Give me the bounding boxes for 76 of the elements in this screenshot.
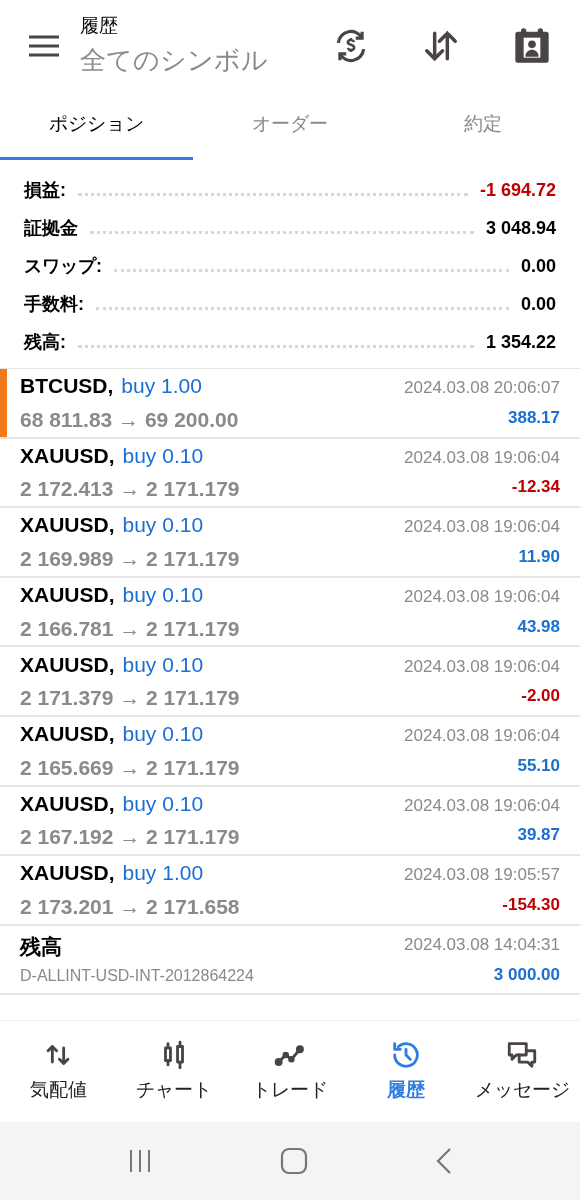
deal-row[interactable]: XAUUSD, buy 0.10 2 166.781 → 2 171.179 2024.03.08 19:06:04 43.98 bbox=[0, 577, 580, 648]
summary-label: 損益: bbox=[24, 179, 66, 202]
deal-symbol: XAUUSD, bbox=[20, 651, 115, 678]
summary-value: 1 354.22 bbox=[485, 331, 556, 354]
deal-result: -154.30 bbox=[502, 893, 560, 916]
nav-tab[interactable]: トレード bbox=[232, 1021, 348, 1122]
deal-action: buy 0.10 bbox=[122, 651, 204, 678]
deal-result: 3 000.00 bbox=[493, 963, 560, 986]
deal-symbol: XAUUSD, bbox=[20, 442, 115, 469]
deal-time: 2024.03.08 19:06:04 bbox=[404, 725, 560, 748]
nav-tab[interactable]: メッセージ bbox=[464, 1021, 580, 1122]
deal-prices: 2 167.192 → 2 171.179 bbox=[20, 824, 241, 851]
deal-row[interactable]: XAUUSD, buy 0.10 2 167.192 → 2 171.179 2024.03.08 19:06:04 39.87 bbox=[0, 786, 580, 857]
deal-symbol: XAUUSD, bbox=[20, 721, 115, 748]
summary-value: -1 694.72 bbox=[479, 179, 556, 202]
deal-result: 388.17 bbox=[508, 406, 560, 429]
deal-row[interactable]: BTCUSD, buy 1.00 68 811.83 → 69 200.00 2024.03.08 20:06:07 388.17 bbox=[0, 369, 580, 439]
back-icon[interactable] bbox=[434, 1147, 453, 1175]
deal-result: 55.10 bbox=[517, 754, 560, 777]
summary-label: 残高: bbox=[24, 331, 66, 354]
nav-tab[interactable]: 履歴 bbox=[348, 1021, 464, 1122]
deal-symbol: XAUUSD, bbox=[20, 860, 115, 887]
deal-prices: 2 172.413 → 2 171.179 bbox=[20, 476, 241, 503]
tab[interactable]: 約定 bbox=[386, 92, 580, 160]
deal-result: 39.87 bbox=[517, 824, 560, 847]
nav-tab[interactable]: チャート bbox=[116, 1021, 232, 1122]
home-icon[interactable] bbox=[280, 1147, 308, 1175]
deal-action: buy 1.00 bbox=[122, 860, 204, 887]
deal-time: 2024.03.08 19:06:04 bbox=[404, 446, 560, 469]
deal-time: 2024.03.08 19:06:04 bbox=[404, 794, 560, 817]
deal-row[interactable]: XAUUSD, buy 0.10 2 169.989 → 2 171.179 2024.03.08 19:06:04 11.90 bbox=[0, 508, 580, 578]
deal-row[interactable]: XAUUSD, buy 1.00 2 173.201 → 2 171.658 2024.03.08 19:05:57 -154.30 bbox=[0, 856, 580, 926]
deal-result: 43.98 bbox=[517, 615, 560, 638]
summary-value: 0.00 bbox=[520, 293, 556, 316]
screen-title: 履歴 bbox=[80, 14, 119, 39]
deal-prices: 2 165.669 → 2 171.179 bbox=[20, 754, 241, 781]
deal-row[interactable]: XAUUSD, buy 0.10 2 171.379 → 2 171.179 2024.03.08 19:06:04 -2.00 bbox=[0, 647, 580, 717]
deal-time: 2024.03.08 20:06:07 bbox=[404, 377, 560, 400]
summary-label: 手数料: bbox=[24, 293, 84, 316]
deal-row[interactable]: XAUUSD, buy 0.10 2 165.669 → 2 171.179 2024.03.08 19:06:04 55.10 bbox=[0, 716, 580, 787]
deal-time: 2024.03.08 19:06:04 bbox=[404, 586, 560, 609]
nav-tab[interactable]: 気配値 bbox=[0, 1021, 116, 1122]
contact-card-icon[interactable] bbox=[512, 26, 552, 66]
deal-symbol: 残高 bbox=[20, 933, 62, 960]
tab[interactable]: ポジション bbox=[0, 92, 194, 160]
deal-row[interactable]: 残高 D-ALLINT-USD-INT-2012864224 2024.03.08 14:04:31 3 000.00 bbox=[0, 925, 580, 996]
deal-comment: D-ALLINT-USD-INT-2012864224 bbox=[20, 966, 255, 987]
deal-symbol: XAUUSD, bbox=[20, 790, 115, 817]
deal-result: -12.34 bbox=[511, 476, 560, 499]
deal-action: buy 0.10 bbox=[122, 442, 204, 469]
menu-icon[interactable] bbox=[28, 34, 60, 58]
summary-value: 3 048.94 bbox=[485, 217, 556, 240]
deal-symbol: BTCUSD, bbox=[20, 373, 114, 400]
deal-time: 2024.03.08 19:06:04 bbox=[404, 516, 560, 539]
deal-action: buy 0.10 bbox=[122, 512, 204, 539]
deal-prices: 2 169.989 → 2 171.179 bbox=[20, 546, 241, 572]
summary-value: 0.00 bbox=[520, 255, 556, 278]
deal-prices: 68 811.83 → 69 200.00 bbox=[20, 406, 240, 433]
summary-label: スワップ: bbox=[24, 255, 102, 278]
deal-time: 2024.03.08 19:05:57 bbox=[404, 864, 560, 887]
deal-time: 2024.03.08 14:04:31 bbox=[404, 934, 560, 957]
deal-action: buy 1.00 bbox=[121, 373, 202, 400]
tab[interactable]: オーダー bbox=[193, 92, 387, 160]
deal-action: buy 0.10 bbox=[122, 582, 204, 609]
deal-action: buy 0.10 bbox=[122, 721, 204, 748]
deal-symbol: XAUUSD, bbox=[20, 512, 115, 539]
summary-label: 証拠金 bbox=[24, 217, 78, 240]
deal-symbol: XAUUSD, bbox=[20, 582, 115, 609]
deal-time: 2024.03.08 19:06:04 bbox=[404, 655, 560, 678]
deal-prices: 2 166.781 → 2 171.179 bbox=[20, 615, 241, 642]
deal-action: buy 0.10 bbox=[122, 790, 204, 817]
deal-row[interactable]: XAUUSD, buy 0.10 2 172.413 → 2 171.179 2024.03.08 19:06:04 -12.34 bbox=[0, 438, 580, 509]
deal-prices: 2 171.379 → 2 171.179 bbox=[20, 685, 241, 712]
deal-result: -2.00 bbox=[521, 685, 560, 708]
deal-prices: 2 173.201 → 2 171.658 bbox=[20, 893, 241, 920]
deal-result: 11.90 bbox=[518, 546, 560, 568]
